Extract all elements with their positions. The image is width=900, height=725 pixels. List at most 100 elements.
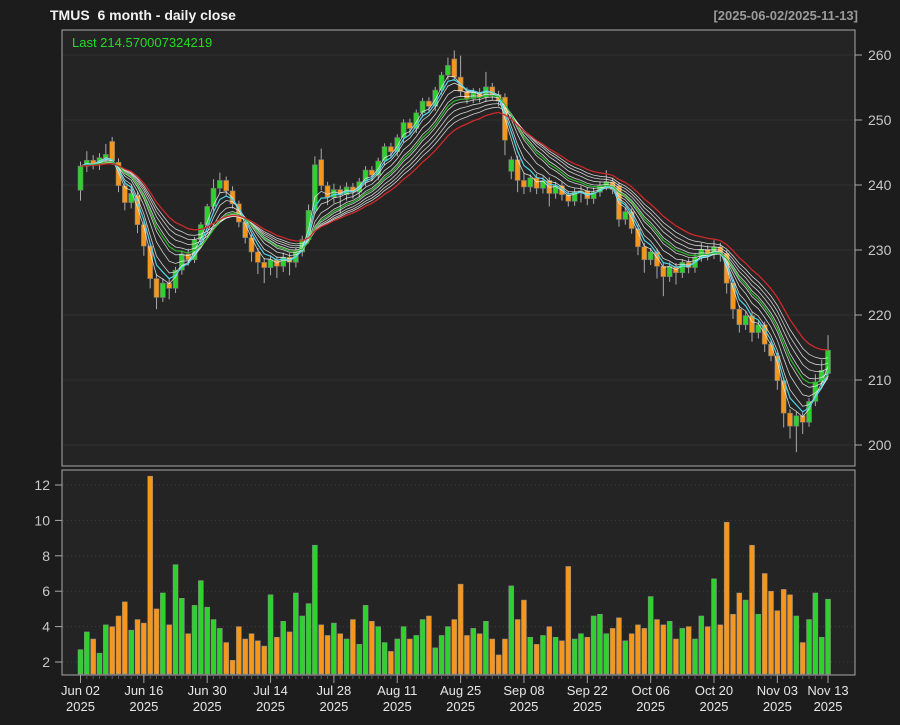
candle [319, 160, 324, 186]
candle [110, 141, 115, 161]
candle [268, 260, 273, 268]
volume-bar [509, 586, 514, 674]
svg-text:Sep 08: Sep 08 [503, 683, 544, 698]
volume-bar [699, 616, 704, 674]
volume-panel: 24681012 [34, 470, 855, 675]
volume-bar [826, 599, 831, 674]
volume-bar [483, 621, 488, 674]
candle [211, 188, 216, 206]
svg-text:Nov 03: Nov 03 [757, 683, 798, 698]
volume-bar [794, 616, 799, 674]
volume-bar [357, 644, 362, 674]
volume-bar [325, 635, 330, 674]
volume-bar [281, 621, 286, 674]
volume-bar [369, 621, 374, 674]
volume-bar [705, 627, 710, 674]
volume-bar [528, 637, 533, 674]
candle [78, 166, 83, 190]
volume-bar [471, 628, 476, 674]
volume-bar [300, 616, 305, 674]
x-minor-ticks [81, 675, 829, 679]
volume-bar [167, 625, 172, 674]
volume-bar [224, 643, 229, 674]
volume-bar [186, 634, 191, 674]
volume-bar [116, 616, 121, 674]
volume-bar [464, 635, 469, 674]
svg-text:Oct 20: Oct 20 [695, 683, 733, 698]
volume-bar [807, 620, 812, 674]
volume-bar [154, 609, 159, 674]
volume-bar [629, 634, 634, 674]
candle [255, 252, 260, 262]
candle [661, 266, 666, 276]
candle [388, 147, 393, 152]
volume-bar [756, 614, 761, 674]
volume-bar [319, 625, 324, 674]
volume-bar [547, 627, 552, 674]
svg-text:8: 8 [42, 548, 50, 564]
svg-text:220: 220 [868, 307, 892, 323]
svg-text:200: 200 [868, 437, 892, 453]
volume-bar [97, 653, 102, 674]
volume-bar [762, 574, 767, 675]
volume-bar [648, 597, 653, 674]
volume-bar [819, 637, 824, 674]
candle [154, 279, 159, 298]
svg-text:2025: 2025 [636, 699, 665, 714]
volume-bar [338, 634, 343, 674]
candle [426, 101, 431, 106]
volume-bar [800, 643, 805, 674]
svg-text:2025: 2025 [129, 699, 158, 714]
volume-bar [623, 641, 628, 674]
candle [217, 180, 222, 188]
svg-text:6: 6 [42, 583, 50, 599]
svg-text:Oct 06: Oct 06 [632, 683, 670, 698]
svg-text:2025: 2025 [193, 699, 222, 714]
volume-bar [331, 623, 336, 674]
volume-bar [788, 595, 793, 674]
volume-bar [731, 614, 736, 674]
svg-text:2025: 2025 [763, 699, 792, 714]
volume-bar [420, 620, 425, 674]
svg-text:2025: 2025 [66, 699, 95, 714]
volume-bar [458, 584, 463, 674]
volume-bar [173, 565, 178, 674]
volume-bar [382, 643, 387, 674]
volume-bar [654, 620, 659, 674]
volume-bar [439, 635, 444, 674]
volume-bar [769, 591, 774, 674]
candle [452, 59, 457, 77]
candle [534, 178, 539, 188]
volume-bar [559, 641, 564, 674]
svg-text:2025: 2025 [256, 699, 285, 714]
volume-bar [344, 639, 349, 674]
volume-bar [680, 628, 685, 674]
volume-bar [813, 593, 818, 674]
volume-bar [293, 593, 298, 674]
volume-bar [426, 616, 431, 674]
candle [737, 309, 742, 325]
svg-text:Aug 25: Aug 25 [440, 683, 481, 698]
candle [623, 212, 628, 220]
volume-bar [84, 632, 89, 674]
volume-bar [490, 639, 495, 674]
tmus-candlestick-chart: TMUS 6 month - daily close [2025-06-02/2… [0, 0, 900, 720]
volume-bar [667, 621, 672, 674]
volume-bar [122, 602, 127, 674]
volume-bar [661, 625, 666, 674]
volume-bar [718, 625, 723, 674]
volume-bar [205, 607, 210, 674]
candle [648, 252, 653, 260]
volume-bar [712, 579, 717, 674]
volume-bar [572, 639, 577, 674]
volume-bar [141, 623, 146, 674]
candle [445, 65, 450, 75]
svg-text:10: 10 [34, 512, 50, 528]
volume-bar [616, 618, 621, 674]
volume-bar [414, 635, 419, 674]
candle [103, 154, 108, 157]
svg-text:210: 210 [868, 372, 892, 388]
svg-text:Jun 30: Jun 30 [188, 683, 227, 698]
volume-bar [445, 627, 450, 674]
candle [642, 247, 647, 260]
